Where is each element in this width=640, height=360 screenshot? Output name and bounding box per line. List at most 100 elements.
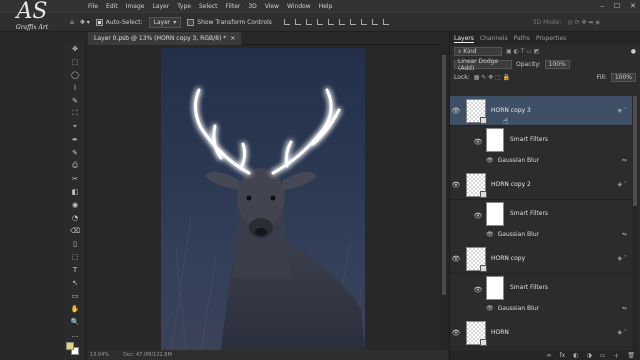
- layers-scrollbar[interactable]: [632, 96, 638, 350]
- layer-horn-copy[interactable]: 👁 HORN copy ◈ ˄: [450, 244, 633, 274]
- zoom-level[interactable]: 13.04%: [90, 352, 109, 358]
- layer-thumbnail: [466, 320, 487, 346]
- lasso-tool[interactable]: ◯: [64, 68, 86, 81]
- menu-view[interactable]: View: [265, 3, 279, 10]
- smart-filter-indicator-icon[interactable]: ◈ ˄: [617, 107, 627, 114]
- delete-layer-icon[interactable]: 🗑: [627, 352, 635, 359]
- tab-layers[interactable]: Layers: [454, 35, 474, 43]
- auto-select-target-dropdown[interactable]: Layer ▾: [148, 16, 182, 28]
- paint-bucket-tool[interactable]: ▯: [64, 237, 86, 250]
- layer-name[interactable]: HORN copy 3: [491, 107, 617, 114]
- align-buttons[interactable]: [283, 19, 389, 25]
- tab-paths[interactable]: Paths: [514, 35, 530, 42]
- menu-window[interactable]: Window: [287, 3, 311, 10]
- 3d-mode-icons[interactable]: ◎ ⟳ ✥ ⬌ ◈: [567, 19, 600, 26]
- auto-select-checkbox[interactable]: Auto-Select:: [95, 18, 143, 26]
- smart-filter-indicator-icon[interactable]: ◈ ˄: [617, 181, 627, 188]
- eraser-tool[interactable]: ⌫: [64, 224, 86, 237]
- close-tab-icon[interactable]: ×: [230, 35, 235, 42]
- menu-select[interactable]: Select: [199, 3, 218, 10]
- hand-tool[interactable]: ✋: [64, 302, 86, 315]
- smart-filters-group: 👁 Smart Filters 👁 Gaussian Blur ⇋: [450, 126, 633, 168]
- move-tool[interactable]: ✥: [64, 42, 86, 55]
- brush-tool[interactable]: ✎: [64, 146, 86, 159]
- rectangle-tool[interactable]: ▭: [64, 289, 86, 302]
- new-group-icon[interactable]: ▭: [600, 352, 606, 359]
- lock-icons[interactable]: ▦ ✎ ✥ ⬚ 🔒: [474, 74, 511, 81]
- smart-filter-indicator-icon[interactable]: ◈ ˄: [617, 329, 627, 336]
- text-tool[interactable]: T: [64, 263, 86, 276]
- add-mask-icon[interactable]: ◐: [573, 352, 578, 359]
- filter-mask-thumbnail[interactable]: [486, 202, 504, 226]
- zoom-tool[interactable]: 🔍: [64, 315, 86, 328]
- show-transform-checkbox[interactable]: Show Transform Controls: [187, 18, 272, 26]
- close-button[interactable]: ✕: [630, 2, 636, 10]
- visibility-eye-icon[interactable]: 👁: [450, 255, 462, 263]
- layer-horn-copy-3[interactable]: 👁 HORN copy 3 ◈ ˄: [450, 96, 633, 126]
- layer-name[interactable]: HORN copy 2: [491, 181, 617, 188]
- blend-mode-dropdown[interactable]: Linear Dodge (Add): [454, 58, 512, 72]
- filter-mask-thumbnail[interactable]: [486, 128, 504, 152]
- filter-icons[interactable]: ▣ ◐ T ▭ ◩: [506, 48, 540, 55]
- visibility-eye-icon[interactable]: 👁: [472, 138, 484, 146]
- blur-tool[interactable]: ◉: [64, 198, 86, 211]
- filter-toggle-icon[interactable]: ●: [631, 48, 636, 55]
- adjustment-layer-icon[interactable]: ◑: [586, 352, 591, 359]
- visibility-eye-icon[interactable]: 👁: [450, 329, 462, 337]
- smart-filter-indicator-icon[interactable]: ◈ ˄: [617, 255, 627, 262]
- fill-input[interactable]: 100%: [610, 73, 636, 82]
- layer-horn[interactable]: 👁 HORN ◈ ˄: [450, 318, 633, 348]
- menu-layer[interactable]: Layer: [152, 3, 169, 10]
- foreground-color-swatch[interactable]: [66, 342, 74, 350]
- layer-name[interactable]: HORN copy: [491, 255, 617, 262]
- menu-image[interactable]: Image: [126, 3, 145, 10]
- color-swatches[interactable]: [66, 340, 82, 356]
- gradient-tool[interactable]: ◧: [64, 185, 86, 198]
- pen-tool[interactable]: ⬚: [64, 250, 86, 263]
- layer-name[interactable]: HORN: [491, 329, 617, 336]
- tab-channels[interactable]: Channels: [480, 35, 508, 42]
- menu-file[interactable]: File: [88, 3, 98, 10]
- layer-horn-copy-2[interactable]: 👁 HORN copy 2 ◈ ˄: [450, 170, 633, 200]
- visibility-eye-icon[interactable]: 👁: [472, 286, 484, 294]
- marquee-tool[interactable]: ⬚: [64, 55, 86, 68]
- maximize-button[interactable]: ☐: [614, 2, 620, 10]
- filter-options-icon[interactable]: ⇋: [622, 305, 627, 312]
- history-brush-tool[interactable]: ✂: [64, 172, 86, 185]
- filter-options-icon[interactable]: ⇋: [622, 157, 627, 164]
- menu-help[interactable]: Help: [319, 3, 333, 10]
- document-canvas[interactable]: [161, 48, 365, 350]
- dodge-tool[interactable]: ◔: [64, 211, 86, 224]
- eyedropper-tool[interactable]: ⌖: [64, 120, 86, 133]
- move-tool-icon[interactable]: ✥ ▾: [80, 19, 90, 26]
- minimize-button[interactable]: –: [600, 2, 604, 10]
- magic-wand-tool[interactable]: ⌇: [64, 81, 86, 94]
- visibility-eye-icon[interactable]: 👁: [472, 212, 484, 220]
- menu-filter[interactable]: Filter: [226, 3, 241, 10]
- new-layer-icon[interactable]: ＋: [613, 351, 619, 360]
- healing-tool[interactable]: ✒: [64, 133, 86, 146]
- menu-type[interactable]: Type: [177, 3, 191, 10]
- document-tab[interactable]: Layer 0.psb @ 13% (HORN copy 3, RGB/8) *…: [88, 32, 242, 45]
- gaussian-blur-filter[interactable]: 👁 Gaussian Blur: [486, 305, 539, 312]
- visibility-eye-icon[interactable]: 👁: [450, 181, 462, 189]
- canvas-vertical-scrollbar[interactable]: [440, 45, 448, 350]
- link-layers-icon[interactable]: ∞: [547, 352, 552, 359]
- crop-tool[interactable]: ✎: [64, 94, 86, 107]
- menu-3d[interactable]: 3D: [248, 3, 256, 10]
- layer-style-icon[interactable]: fx: [560, 352, 566, 359]
- opacity-input[interactable]: 100%: [544, 60, 570, 69]
- filter-options-icon[interactable]: ⇋: [622, 231, 627, 238]
- stamp-tool[interactable]: ⎙: [64, 159, 86, 172]
- gaussian-blur-filter[interactable]: 👁 Gaussian Blur: [486, 231, 539, 238]
- filter-mask-thumbnail[interactable]: [486, 276, 504, 300]
- filter-kind-dropdown[interactable]: ⌕ Kind: [454, 47, 502, 56]
- path-select-tool[interactable]: ↖: [64, 276, 86, 289]
- home-icon[interactable]: ⌂: [70, 19, 74, 26]
- status-bar: 13.04% Doc: 47.0M/122.8M: [88, 350, 448, 360]
- frame-tool[interactable]: ⛶: [64, 107, 86, 120]
- menu-edit[interactable]: Edit: [106, 3, 118, 10]
- tab-properties[interactable]: Properties: [536, 35, 566, 42]
- visibility-eye-icon[interactable]: 👁: [450, 107, 462, 115]
- gaussian-blur-filter[interactable]: 👁 Gaussian Blur: [486, 157, 539, 164]
